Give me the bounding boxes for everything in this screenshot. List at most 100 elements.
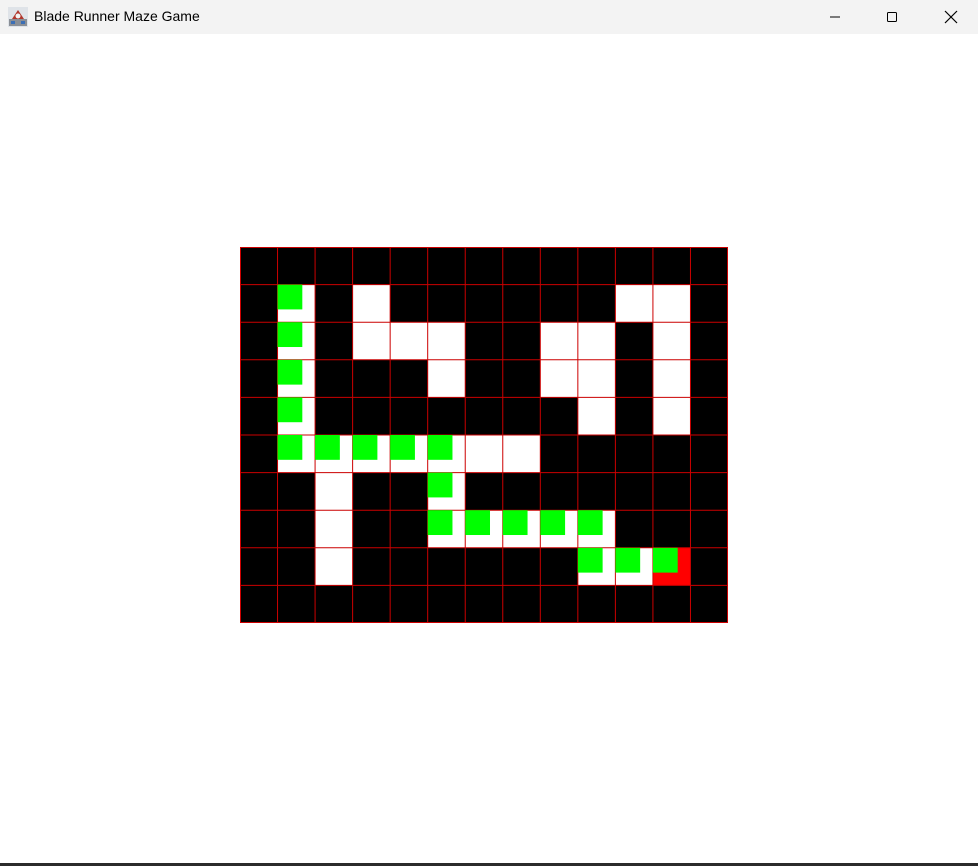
open-cell [652,397,691,435]
open-cell [502,435,541,473]
wall-cell [615,435,653,473]
close-button[interactable] [928,0,974,34]
wall-cell [502,322,541,360]
wall-cell [577,247,616,285]
wall-cell [277,585,316,623]
open-cell [652,322,691,360]
path-marker [652,547,678,573]
wall-cell [615,585,653,623]
open-cell [652,359,691,398]
open-cell [540,359,578,398]
wall-cell [277,472,316,511]
wall-cell [240,284,278,323]
wall-cell [615,397,653,435]
path-marker [502,510,528,536]
wall-cell [315,359,353,398]
open-cell [352,284,391,323]
wall-cell [240,585,278,623]
path-marker [277,397,303,423]
open-cell [352,322,391,360]
maximize-icon [886,11,898,23]
wall-cell [615,510,653,548]
wall-cell [315,397,353,435]
wall-cell [465,247,503,285]
wall-cell [465,585,503,623]
wall-cell [240,547,278,586]
wall-cell [615,247,653,285]
wall-cell [540,435,578,473]
wall-cell [652,510,691,548]
wall-cell [540,247,578,285]
wall-cell [352,472,391,511]
wall-cell [540,284,578,323]
maximize-button[interactable] [869,0,915,34]
wall-cell [315,585,353,623]
wall-cell [427,397,466,435]
wall-cell [652,435,691,473]
wall-cell [465,397,503,435]
path-marker [277,284,303,310]
wall-cell [577,284,616,323]
wall-cell [352,547,391,586]
wall-cell [390,547,428,586]
maze-board[interactable] [240,247,728,623]
wall-cell [465,472,503,511]
wall-cell [577,585,616,623]
wall-cell [502,397,541,435]
wall-cell [502,547,541,586]
wall-cell [240,472,278,511]
wall-cell [690,397,728,435]
wall-cell [277,547,316,586]
app-window: Blade Runner Maze Game [0,0,978,866]
wall-cell [240,247,278,285]
path-marker [352,435,378,460]
path-marker [427,472,453,498]
wall-cell [240,359,278,398]
wall-cell [615,359,653,398]
wall-cell [577,435,616,473]
open-cell [540,322,578,360]
open-cell [615,284,653,323]
minimize-button[interactable] [812,0,858,34]
path-marker [577,510,603,536]
wall-cell [352,585,391,623]
java-app-icon [8,7,28,27]
wall-cell [390,359,428,398]
path-marker [277,322,303,348]
wall-cell [390,397,428,435]
wall-cell [652,247,691,285]
wall-cell [465,359,503,398]
wall-cell [352,510,391,548]
wall-cell [390,510,428,548]
open-cell [577,397,616,435]
wall-cell [690,472,728,511]
wall-cell [390,585,428,623]
wall-cell [540,472,578,511]
title-bar[interactable]: Blade Runner Maze Game [0,0,978,34]
wall-cell [240,435,278,473]
path-marker [277,435,303,460]
wall-cell [352,359,391,398]
wall-cell [277,510,316,548]
wall-cell [502,585,541,623]
open-cell [465,435,503,473]
wall-cell [427,547,466,586]
path-marker [427,435,453,460]
open-cell [577,359,616,398]
wall-cell [240,322,278,360]
wall-cell [690,247,728,285]
wall-cell [652,585,691,623]
wall-cell [465,322,503,360]
path-marker [315,435,340,460]
open-cell [652,284,691,323]
wall-cell [390,472,428,511]
wall-cell [690,547,728,586]
wall-cell [502,284,541,323]
wall-cell [690,585,728,623]
wall-cell [615,322,653,360]
wall-cell [690,510,728,548]
wall-cell [652,472,691,511]
wall-cell [240,510,278,548]
wall-cell [690,322,728,360]
wall-cell [502,359,541,398]
